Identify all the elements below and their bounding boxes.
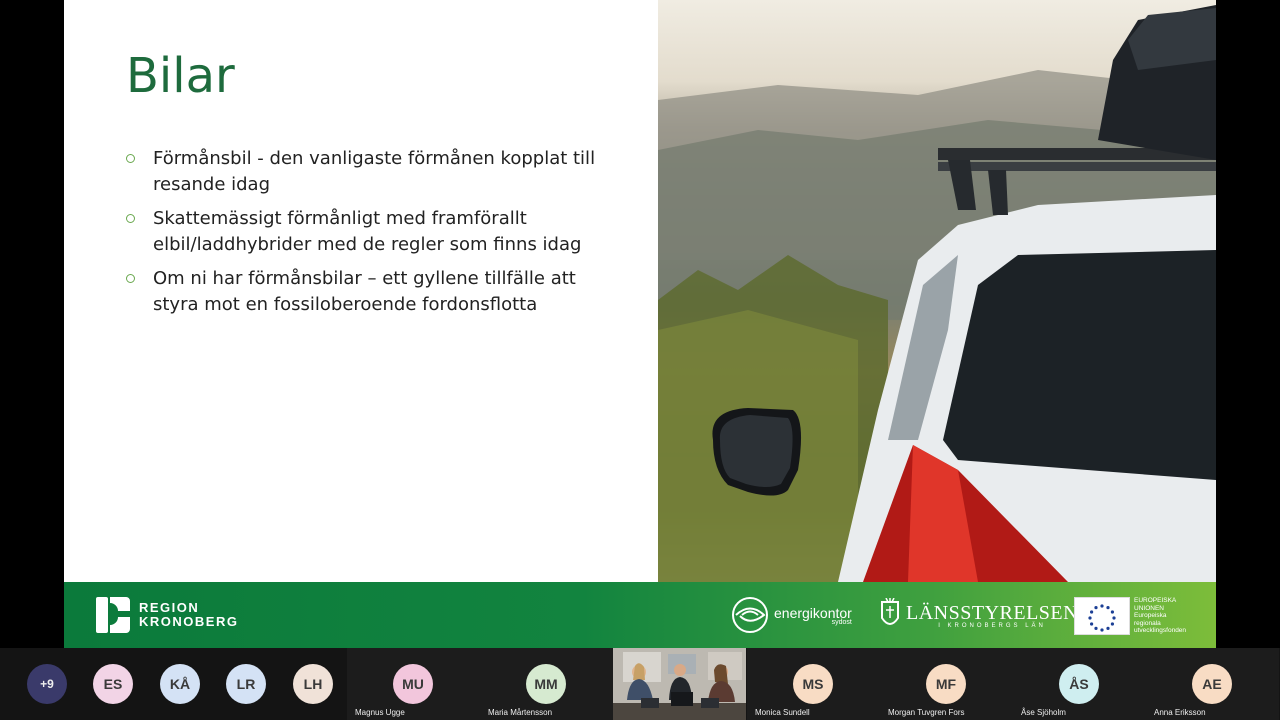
eu-text-line: regionala	[1134, 619, 1161, 627]
more-participants-button[interactable]: +9	[27, 664, 67, 704]
participant-tile[interactable]: AE Anna Eriksson	[1146, 648, 1279, 720]
region-logo-line1: REGION	[139, 600, 200, 615]
eu-text-line: utvecklingsfonden	[1134, 627, 1187, 635]
eu-text-line: UNIONEN	[1134, 604, 1164, 612]
region-logo-line2: KRONOBERG	[139, 614, 239, 629]
participant-initials: MS	[793, 664, 833, 704]
shared-slide: Bilar Förmånsbil - den vanligaste förmån…	[64, 0, 1216, 648]
region-kronoberg-mark-icon	[96, 597, 130, 633]
participant-name: Anna Eriksson	[1154, 708, 1206, 717]
participant-avatar[interactable]: LH	[293, 664, 333, 704]
participant-avatar[interactable]: LR	[226, 664, 266, 704]
bullet-item: Skattemässigt förmånligt med framförallt…	[126, 206, 596, 258]
bullet-text: Förmånsbil - den vanligaste förmånen kop…	[153, 148, 596, 195]
participant-name: Morgan Tuvgren Fors	[888, 708, 965, 717]
participant-tile[interactable]: MS Monica Sundell	[747, 648, 880, 720]
bullet-circle-icon	[126, 154, 135, 163]
eu-flag-icon	[1074, 597, 1130, 635]
eu-text-line: EUROPEISKA	[1134, 597, 1177, 605]
participant-initials: MU	[393, 664, 433, 704]
participant-initials: AE	[1192, 664, 1232, 704]
slide-title: Bilar	[126, 48, 235, 104]
bullet-list: Förmånsbil - den vanligaste förmånen kop…	[126, 146, 596, 326]
participant-video-tile[interactable]	[613, 648, 746, 720]
participant-initials: MM	[526, 664, 566, 704]
participant-tile[interactable]: MU Magnus Ugge	[347, 648, 480, 720]
participant-avatar[interactable]: KÅ	[160, 664, 200, 704]
bullet-circle-icon	[126, 274, 135, 283]
lansstyrelsen-logo: LÄNSSTYRELSEN I KRONOBERGS LÄN	[878, 598, 1078, 634]
participant-name: Maria Mårtensson	[488, 708, 553, 717]
lansstyrelsen-crest-icon	[881, 598, 899, 625]
bullet-text: Om ni har förmånsbilar – ett gyllene til…	[153, 268, 576, 315]
bullet-item: Om ni har förmånsbilar – ett gyllene til…	[126, 266, 596, 318]
region-kronoberg-logo: REGION KRONOBERG	[96, 597, 238, 633]
participant-initials: ÅS	[1059, 664, 1099, 704]
participant-name: Åse Sjöholm	[1021, 708, 1066, 717]
energikontor-swirl-icon	[732, 597, 768, 633]
participant-initials: MF	[926, 664, 966, 704]
lansstyrelsen-name: LÄNSSTYRELSEN	[906, 602, 1079, 624]
bullet-circle-icon	[126, 214, 135, 223]
bullet-item: Förmånsbil - den vanligaste förmånen kop…	[126, 146, 596, 198]
car-photo	[658, 0, 1216, 582]
participant-avatar[interactable]: ES	[93, 664, 133, 704]
bullet-text: Skattemässigt förmånligt med framförallt…	[153, 208, 582, 255]
eu-text-line: Europeiska	[1134, 612, 1167, 620]
energikontor-logo: energikontor sydost	[730, 596, 852, 634]
participant-tile[interactable]: MF Morgan Tuvgren Fors	[880, 648, 1013, 720]
slide-footer-band: REGION KRONOBERG energikontor sydost LÄN…	[64, 582, 1216, 648]
participant-tile[interactable]: MM Maria Mårtensson	[480, 648, 613, 720]
participant-tile[interactable]: ÅS Åse Sjöholm	[1013, 648, 1146, 720]
eu-fund-logo: EUROPEISKA UNIONEN Europeiska regionala …	[1074, 597, 1194, 635]
participant-name: Monica Sundell	[755, 708, 810, 717]
participant-name: Magnus Ugge	[355, 708, 405, 717]
meeting-room-video	[613, 648, 746, 720]
